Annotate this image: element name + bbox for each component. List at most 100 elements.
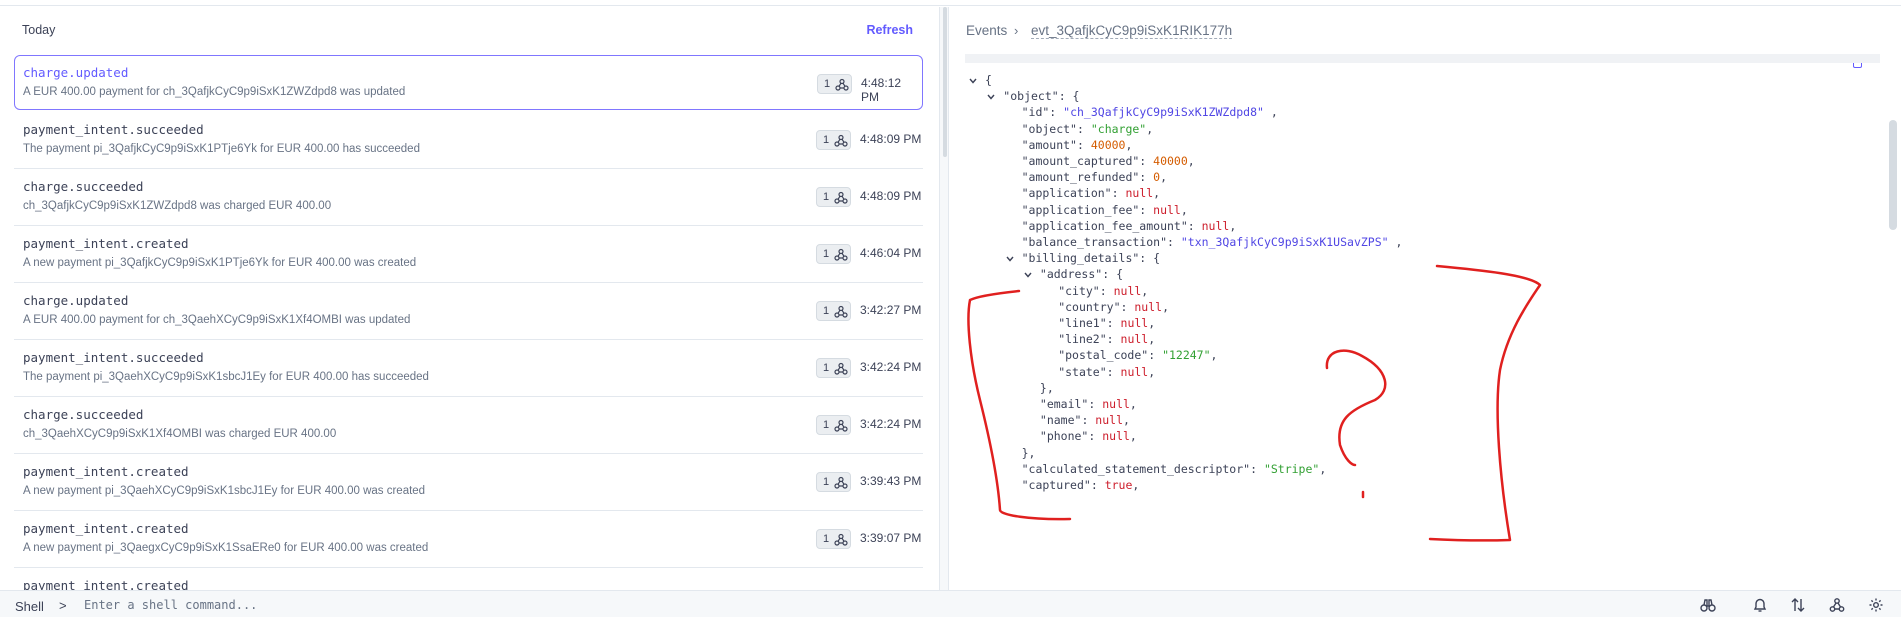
- json-bracket: {: [1153, 251, 1161, 266]
- binoculars-icon[interactable]: [1700, 597, 1716, 613]
- webhook-count-badge[interactable]: 1: [816, 130, 851, 150]
- json-value: null: [1120, 364, 1149, 379]
- json-value: "txn_3QafjkCyC9p9iSxK1USavZPS": [1180, 235, 1389, 249]
- event-time: 3:42:24 PM: [860, 360, 922, 374]
- event-time: 4:46:04 PM: [860, 246, 922, 260]
- webhook-count: 1: [823, 533, 830, 545]
- list-date-heading: Today: [22, 23, 56, 37]
- json-line: "billing_details": {: [1022, 251, 1161, 267]
- json-punct: :: [1120, 299, 1135, 314]
- json-key: "calculated_statement_descriptor": [1021, 461, 1251, 476]
- json-key: "application_fee_amount": [1021, 218, 1188, 233]
- event-time: 4:48:09 PM: [860, 189, 922, 203]
- json-line: "captured": true,: [1022, 478, 1140, 494]
- list-scrollbar-thumb[interactable]: [943, 7, 947, 157]
- pane-splitter[interactable]: [939, 7, 949, 590]
- json-punct: ,: [1210, 348, 1218, 363]
- webhook-count-badge[interactable]: 1: [817, 74, 852, 94]
- refresh-button[interactable]: Refresh: [866, 23, 913, 37]
- event-row[interactable]: charge.succeeded ch_3QafjkCyC9p9iSxK1ZWZd…: [14, 169, 923, 226]
- json-punct: ,: [1180, 202, 1188, 217]
- settings-icon[interactable]: [1868, 597, 1884, 613]
- event-row[interactable]: payment_intent.succeeded The payment pi_3…: [14, 340, 923, 397]
- event-type: payment_intent.created: [23, 464, 189, 479]
- json-punct: ,: [1229, 218, 1237, 233]
- webhook-count-badge[interactable]: 1: [816, 301, 851, 321]
- webhook-icon: [835, 78, 849, 91]
- json-line: "amount": 40000,: [1022, 138, 1133, 154]
- json-line: "state": null,: [1058, 365, 1155, 381]
- event-type: payment_intent.created: [23, 236, 189, 251]
- chevron-down-icon[interactable]: [968, 76, 978, 86]
- json-line: "application_fee_amount": null,: [1022, 219, 1237, 235]
- json-value: null: [1102, 429, 1130, 444]
- top-border: [0, 0, 1901, 6]
- json-punct: :: [1250, 461, 1264, 476]
- json-line: "address": {: [1040, 267, 1123, 283]
- json-punct: ,: [1263, 105, 1278, 120]
- event-row[interactable]: payment_intent.created A new payment pi_3…: [14, 454, 923, 511]
- webhook-count-badge[interactable]: 1: [816, 358, 851, 378]
- shell-label: Shell: [15, 599, 44, 614]
- json-punct: :: [1139, 154, 1154, 168]
- json-line: "postal_code": "12247",: [1058, 348, 1217, 364]
- json-punct: :: [1076, 121, 1091, 136]
- json-value: null: [1134, 299, 1163, 314]
- json-punct: :: [1099, 283, 1114, 298]
- json-value: null: [1095, 413, 1123, 428]
- breadcrumb-event-id[interactable]: evt_3QafjkCyC9p9iSxK1RIK177h: [1031, 23, 1233, 39]
- webhook-icon[interactable]: [1829, 597, 1845, 613]
- breadcrumb-chevron-icon: ›: [1014, 23, 1019, 38]
- webhook-count-badge[interactable]: 1: [816, 472, 851, 492]
- event-row[interactable]: payment_intent.created A new payment pi_3…: [14, 511, 923, 568]
- json-punct: :: [1139, 170, 1154, 185]
- webhook-icon: [834, 248, 848, 261]
- events-list-header: Today Refresh: [0, 7, 935, 47]
- json-punct: :: [1081, 413, 1096, 428]
- json-value: null: [1125, 186, 1154, 201]
- event-description: A new payment pi_3QaehXCyC9p9iSxK1sbcJ1E…: [23, 485, 426, 497]
- event-description: The payment pi_3QaehXCyC9p9iSxK1sbcJ1Ey …: [23, 371, 429, 383]
- event-row[interactable]: payment_intent.created: [14, 568, 923, 590]
- event-row[interactable]: charge.updated A EUR 400.00 payment for c…: [14, 55, 923, 110]
- json-line: {: [985, 73, 992, 89]
- json-line: "id": "ch_3QafjkCyC9p9iSxK1ZWZdpd8" ,: [1022, 105, 1278, 121]
- json-key: "object": [1003, 89, 1059, 104]
- event-description: ch_3QafjkCyC9p9iSxK1ZWZdpd8 was charged …: [23, 200, 332, 212]
- json-punct: :: [1148, 348, 1163, 363]
- webhook-icon: [834, 191, 848, 204]
- webhook-count-badge[interactable]: 1: [816, 415, 851, 435]
- json-key: "object": [1021, 121, 1077, 136]
- json-line: "name": null,: [1040, 413, 1130, 429]
- event-type: charge.updated: [23, 65, 129, 80]
- chevron-down-icon[interactable]: [1005, 254, 1015, 264]
- json-value: "Stripe": [1263, 461, 1320, 476]
- json-punct: ,: [1141, 283, 1149, 298]
- event-row[interactable]: charge.updated A EUR 400.00 payment for c…: [14, 283, 923, 340]
- event-row[interactable]: payment_intent.succeeded The payment pi_3…: [14, 112, 923, 169]
- webhook-count: 1: [823, 191, 830, 203]
- webhook-count-badge[interactable]: 1: [816, 187, 851, 207]
- bell-icon[interactable]: [1752, 597, 1768, 613]
- shell-input[interactable]: [84, 594, 684, 616]
- chevron-down-icon[interactable]: [1023, 270, 1033, 280]
- detail-scrollbar-thumb[interactable]: [1889, 120, 1897, 230]
- json-punct: :: [1088, 429, 1103, 444]
- chevron-down-icon[interactable]: [986, 92, 996, 102]
- json-value: null: [1153, 202, 1181, 217]
- json-bracket: },: [1039, 380, 1054, 395]
- event-row[interactable]: charge.succeeded ch_3QaehXCyC9p9iSxK1Xf4O…: [14, 397, 923, 454]
- webhook-count-badge[interactable]: 1: [816, 244, 851, 264]
- sort-icon[interactable]: [1790, 597, 1806, 613]
- event-description: A EUR 400.00 payment for ch_3QaehXCyC9p9…: [23, 314, 411, 326]
- breadcrumb-events[interactable]: Events: [966, 23, 1007, 38]
- copy-icon[interactable]: [1853, 63, 1862, 68]
- json-line: "city": null,: [1058, 284, 1148, 300]
- event-time: 4:48:09 PM: [860, 132, 922, 146]
- event-description: A EUR 400.00 payment for ch_3QafjkCyC9p9…: [23, 86, 406, 98]
- event-type: charge.updated: [23, 293, 129, 308]
- event-row[interactable]: payment_intent.created A new payment pi_3…: [14, 226, 923, 283]
- json-line: "email": null,: [1040, 397, 1137, 413]
- webhook-count-badge[interactable]: 1: [816, 529, 851, 549]
- json-line: "object": {: [1003, 89, 1079, 105]
